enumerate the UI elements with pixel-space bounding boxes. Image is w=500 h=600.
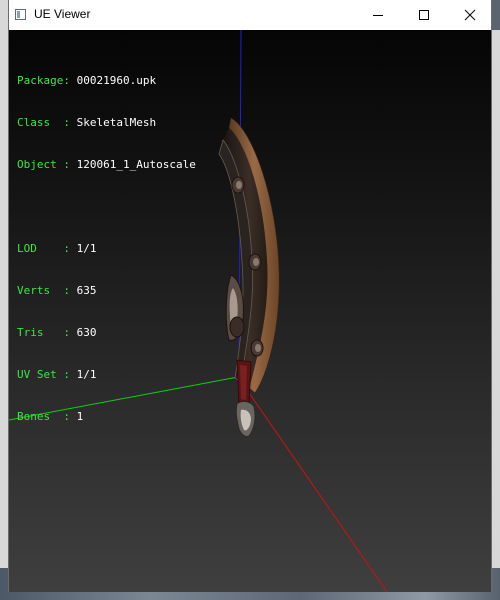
uvset-row: UV Set : 1/1 — [17, 368, 97, 381]
background-left-strip — [0, 0, 8, 600]
minimize-button[interactable] — [355, 0, 401, 30]
tris-value: 630 — [76, 326, 97, 339]
background-right-strip — [492, 30, 500, 570]
package-label: Package — [17, 74, 64, 87]
class-label: Class — [17, 116, 64, 129]
bones-value: 1 — [76, 410, 84, 423]
uvset-value: 1/1 — [76, 368, 97, 381]
object-row: Object : 120061_1_Autoscale — [17, 158, 196, 171]
package-row: Package: 00021960.upk — [17, 74, 157, 87]
tris-label: Tris — [17, 326, 64, 339]
mesh-info-overlay: Package: 00021960.upk Class : SkeletalMe… — [17, 46, 196, 452]
lod-label: LOD — [17, 242, 64, 255]
verts-row: Verts : 635 — [17, 284, 97, 297]
object-value: 120061_1_Autoscale — [76, 158, 196, 171]
uvset-label: UV Set — [17, 368, 64, 381]
object-label: Object — [17, 158, 64, 171]
package-value: 00021960.upk — [76, 74, 157, 87]
verts-value: 635 — [76, 284, 97, 297]
title-bar[interactable]: UE Viewer — [9, 0, 491, 30]
app-window-icon[interactable] — [15, 9, 26, 20]
close-icon — [464, 9, 476, 21]
lod-row: LOD : 1/1 — [17, 242, 97, 255]
shield-boss — [225, 274, 245, 341]
ue-viewer-window: UE Viewer Package: 00021960.upk Class: … — [8, 0, 492, 592]
class-row: Class : SkeletalMesh — [17, 116, 157, 129]
bones-label: Bones — [17, 410, 64, 423]
x-axis-line — [237, 376, 388, 592]
close-button[interactable] — [447, 0, 493, 30]
bones-row: Bones : 1 — [17, 410, 84, 423]
maximize-button[interactable] — [401, 0, 447, 30]
3d-viewport[interactable]: Package: 00021960.upk Class : SkeletalMe… — [9, 30, 491, 592]
verts-label: Verts — [17, 284, 64, 297]
lod-value: 1/1 — [76, 242, 97, 255]
tris-row: Tris : 630 — [17, 326, 97, 339]
window-title: UE Viewer — [34, 7, 91, 21]
class-value: SkeletalMesh — [76, 116, 157, 129]
